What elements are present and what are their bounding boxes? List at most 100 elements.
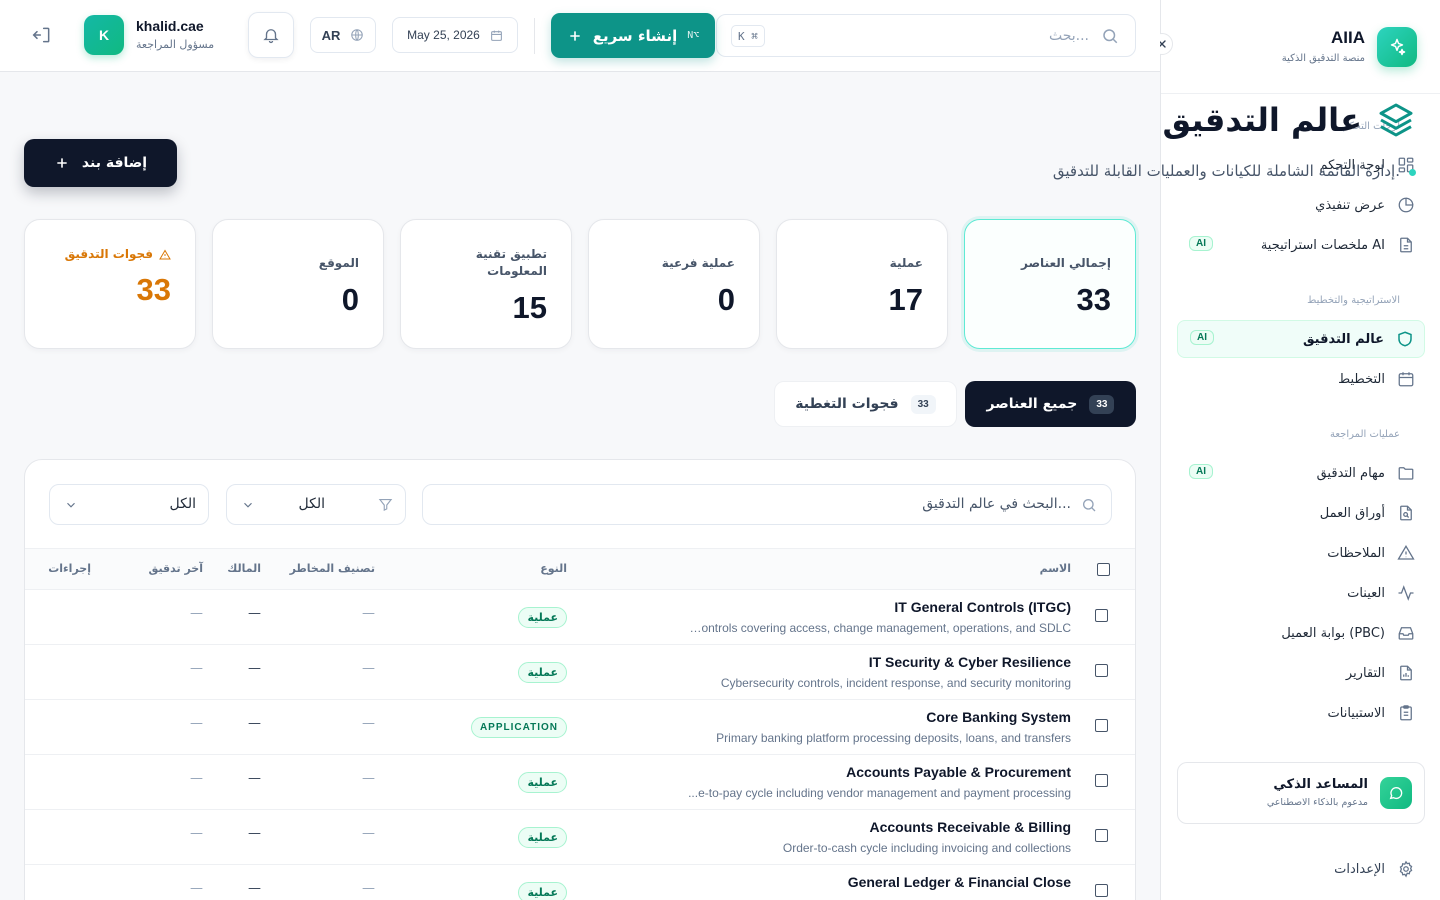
- stat-value: 0: [717, 282, 735, 317]
- row-last-audit: —: [190, 606, 203, 621]
- language-label: AR: [321, 27, 341, 43]
- stat-card-it-application[interactable]: تطبيق تقنية المعلومات 15: [400, 219, 572, 349]
- select-all-checkbox[interactable]: [1097, 563, 1110, 576]
- table-row[interactable]: Core Banking System Primary banking plat…: [25, 700, 1135, 755]
- risk-filter-value: الكل: [169, 496, 197, 512]
- tab-all-items[interactable]: جميع العناصر 33: [965, 381, 1136, 427]
- search-input[interactable]: بحث...: [1049, 28, 1089, 44]
- logout-button[interactable]: [32, 25, 52, 45]
- row-description: Cybersecurity controls, incident respons…: [720, 676, 1071, 690]
- sidebar-item-workpapers[interactable]: أوراق العمل: [1177, 494, 1425, 532]
- sidebar-item-audit-universe[interactable]: AI عالم التدقيق: [1177, 320, 1425, 358]
- sidebar-item-client-portal[interactable]: بوابة العميل (PBC): [1177, 614, 1425, 652]
- tab-coverage-gaps[interactable]: فجوات التغطية 33: [774, 381, 957, 427]
- column-header-last-audit[interactable]: آخر تدقيق: [149, 562, 203, 575]
- chevron-down-icon: [244, 502, 252, 508]
- stat-label: تطبيق تقنية المعلومات: [475, 247, 547, 278]
- sidebar-item-samples[interactable]: العينات: [1177, 574, 1425, 612]
- row-checkbox[interactable]: [1095, 609, 1108, 622]
- add-item-label: إضافة بند: [81, 155, 148, 171]
- row-risk: —: [362, 661, 375, 676]
- row-name[interactable]: General Ledger & Financial Close: [848, 874, 1071, 890]
- sidebar-item-reports[interactable]: التقارير: [1177, 654, 1425, 692]
- row-risk: —: [362, 881, 375, 896]
- sidebar-item-label: مهام التدقيق: [1316, 465, 1385, 481]
- column-header-risk[interactable]: تصنيف المخاطر: [290, 562, 375, 575]
- stat-card-audit-gaps[interactable]: فجوات التدقيق 33: [24, 219, 196, 349]
- row-name[interactable]: IT Security & Cyber Resilience: [869, 654, 1071, 670]
- sidebar-item-planning[interactable]: التخطيط: [1177, 360, 1425, 398]
- type-badge: عملية: [518, 882, 567, 900]
- search-shortcut: K ⌘: [731, 25, 765, 47]
- app-name: AIIA: [1331, 28, 1365, 47]
- sidebar-item-executive-view[interactable]: عرض تنفيذي: [1177, 186, 1425, 224]
- avatar[interactable]: K: [84, 15, 124, 55]
- table-search-input[interactable]: البحث في عالم التدقيق...: [922, 496, 1071, 512]
- stat-label: إجمالي العناصر: [1021, 256, 1111, 270]
- row-description: Primary banking platform processing depo…: [716, 731, 1071, 745]
- type-filter-select[interactable]: الكل: [226, 484, 406, 525]
- user-name: khalid.cae: [136, 18, 204, 34]
- chat-icon: [1380, 777, 1412, 809]
- assistant-title: المساعد الذكي: [1273, 777, 1368, 792]
- row-risk: —: [362, 606, 375, 621]
- column-header-name[interactable]: الاسم: [1040, 562, 1071, 575]
- table-row[interactable]: IT General Controls (ITGC) controls cove…: [25, 590, 1135, 645]
- sidebar-item-label: ملخصات استراتيجية AI: [1260, 237, 1385, 253]
- column-header-type[interactable]: النوع: [540, 562, 567, 575]
- sidebar-item-label: العينات: [1347, 585, 1385, 601]
- table-row[interactable]: Accounts Receivable & Billing Order-to-c…: [25, 810, 1135, 865]
- notifications-button[interactable]: [248, 12, 294, 58]
- sidebar-item-findings[interactable]: الملاحظات: [1177, 534, 1425, 572]
- table-row[interactable]: IT Security & Cyber Resilience Cybersecu…: [25, 645, 1135, 700]
- risk-filter-select[interactable]: الكل: [49, 484, 209, 525]
- add-item-button[interactable]: إضافة بند: [24, 139, 177, 187]
- calendar-icon: [490, 30, 502, 41]
- stat-value: 33: [136, 272, 171, 307]
- sidebar-item-audit-tasks[interactable]: AI مهام التدقيق: [1177, 454, 1425, 492]
- app-subtitle: منصة التدقيق الذكية: [1281, 53, 1365, 64]
- calendar-icon: [1398, 372, 1414, 387]
- sidebar-item-questionnaires[interactable]: الاستبيانات: [1177, 694, 1425, 732]
- row-checkbox[interactable]: [1095, 829, 1108, 842]
- sidebar-item-settings[interactable]: الإعدادات: [1177, 852, 1425, 886]
- stat-card-process[interactable]: عملية 17: [776, 219, 948, 349]
- sidebar-item-ai-summaries[interactable]: AI ملخصات استراتيجية AI: [1177, 226, 1425, 264]
- quick-create-button[interactable]: إنشاء سريع N⌥: [551, 13, 715, 58]
- stat-value: 17: [888, 282, 923, 317]
- row-risk: —: [362, 716, 375, 731]
- stat-value: 33: [1076, 282, 1111, 317]
- row-checkbox[interactable]: [1095, 884, 1108, 897]
- plus-icon: [570, 30, 580, 41]
- app-logo: [1377, 27, 1417, 67]
- stat-card-subprocess[interactable]: عملية فرعية 0: [588, 219, 760, 349]
- stat-card-total[interactable]: إجمالي العناصر 33: [964, 219, 1136, 349]
- pie-chart-icon: [1398, 197, 1414, 213]
- row-owner: —: [248, 716, 261, 731]
- row-name[interactable]: IT General Controls (ITGC): [894, 599, 1071, 615]
- row-checkbox[interactable]: [1095, 719, 1108, 732]
- table-search[interactable]: البحث في عالم التدقيق...: [422, 484, 1112, 525]
- stat-label: عملية: [889, 256, 923, 270]
- ai-assistant-card[interactable]: المساعد الذكي مدعوم بالذكاء الاصطناعي: [1177, 762, 1425, 824]
- stat-card-location[interactable]: الموقع 0: [212, 219, 384, 349]
- search-icon: [1103, 29, 1118, 44]
- type-badge: APPLICATION: [470, 717, 567, 738]
- language-switcher[interactable]: AR: [310, 17, 376, 53]
- row-description: e-to-pay cycle including vendor manageme…: [688, 786, 1071, 800]
- row-name[interactable]: Accounts Receivable & Billing: [870, 819, 1072, 835]
- date-picker-button[interactable]: May 25, 2026: [392, 17, 518, 53]
- global-search[interactable]: بحث... K ⌘: [716, 14, 1136, 57]
- row-name[interactable]: Core Banking System: [926, 709, 1071, 725]
- row-checkbox[interactable]: [1095, 664, 1108, 677]
- column-header-owner[interactable]: المالك: [227, 562, 261, 575]
- sidebar-item-label: الملاحظات: [1327, 545, 1385, 561]
- quick-create-label: إنشاء سريع: [592, 26, 678, 45]
- plus-icon: [57, 158, 67, 168]
- table-row[interactable]: General Ledger & Financial Close عملية —…: [25, 865, 1135, 900]
- table-row[interactable]: Accounts Payable & Procurement e-to-pay …: [25, 755, 1135, 810]
- row-risk: —: [362, 826, 375, 841]
- row-checkbox[interactable]: [1095, 774, 1108, 787]
- row-name[interactable]: Accounts Payable & Procurement: [846, 764, 1071, 780]
- logout-icon: [32, 27, 50, 43]
